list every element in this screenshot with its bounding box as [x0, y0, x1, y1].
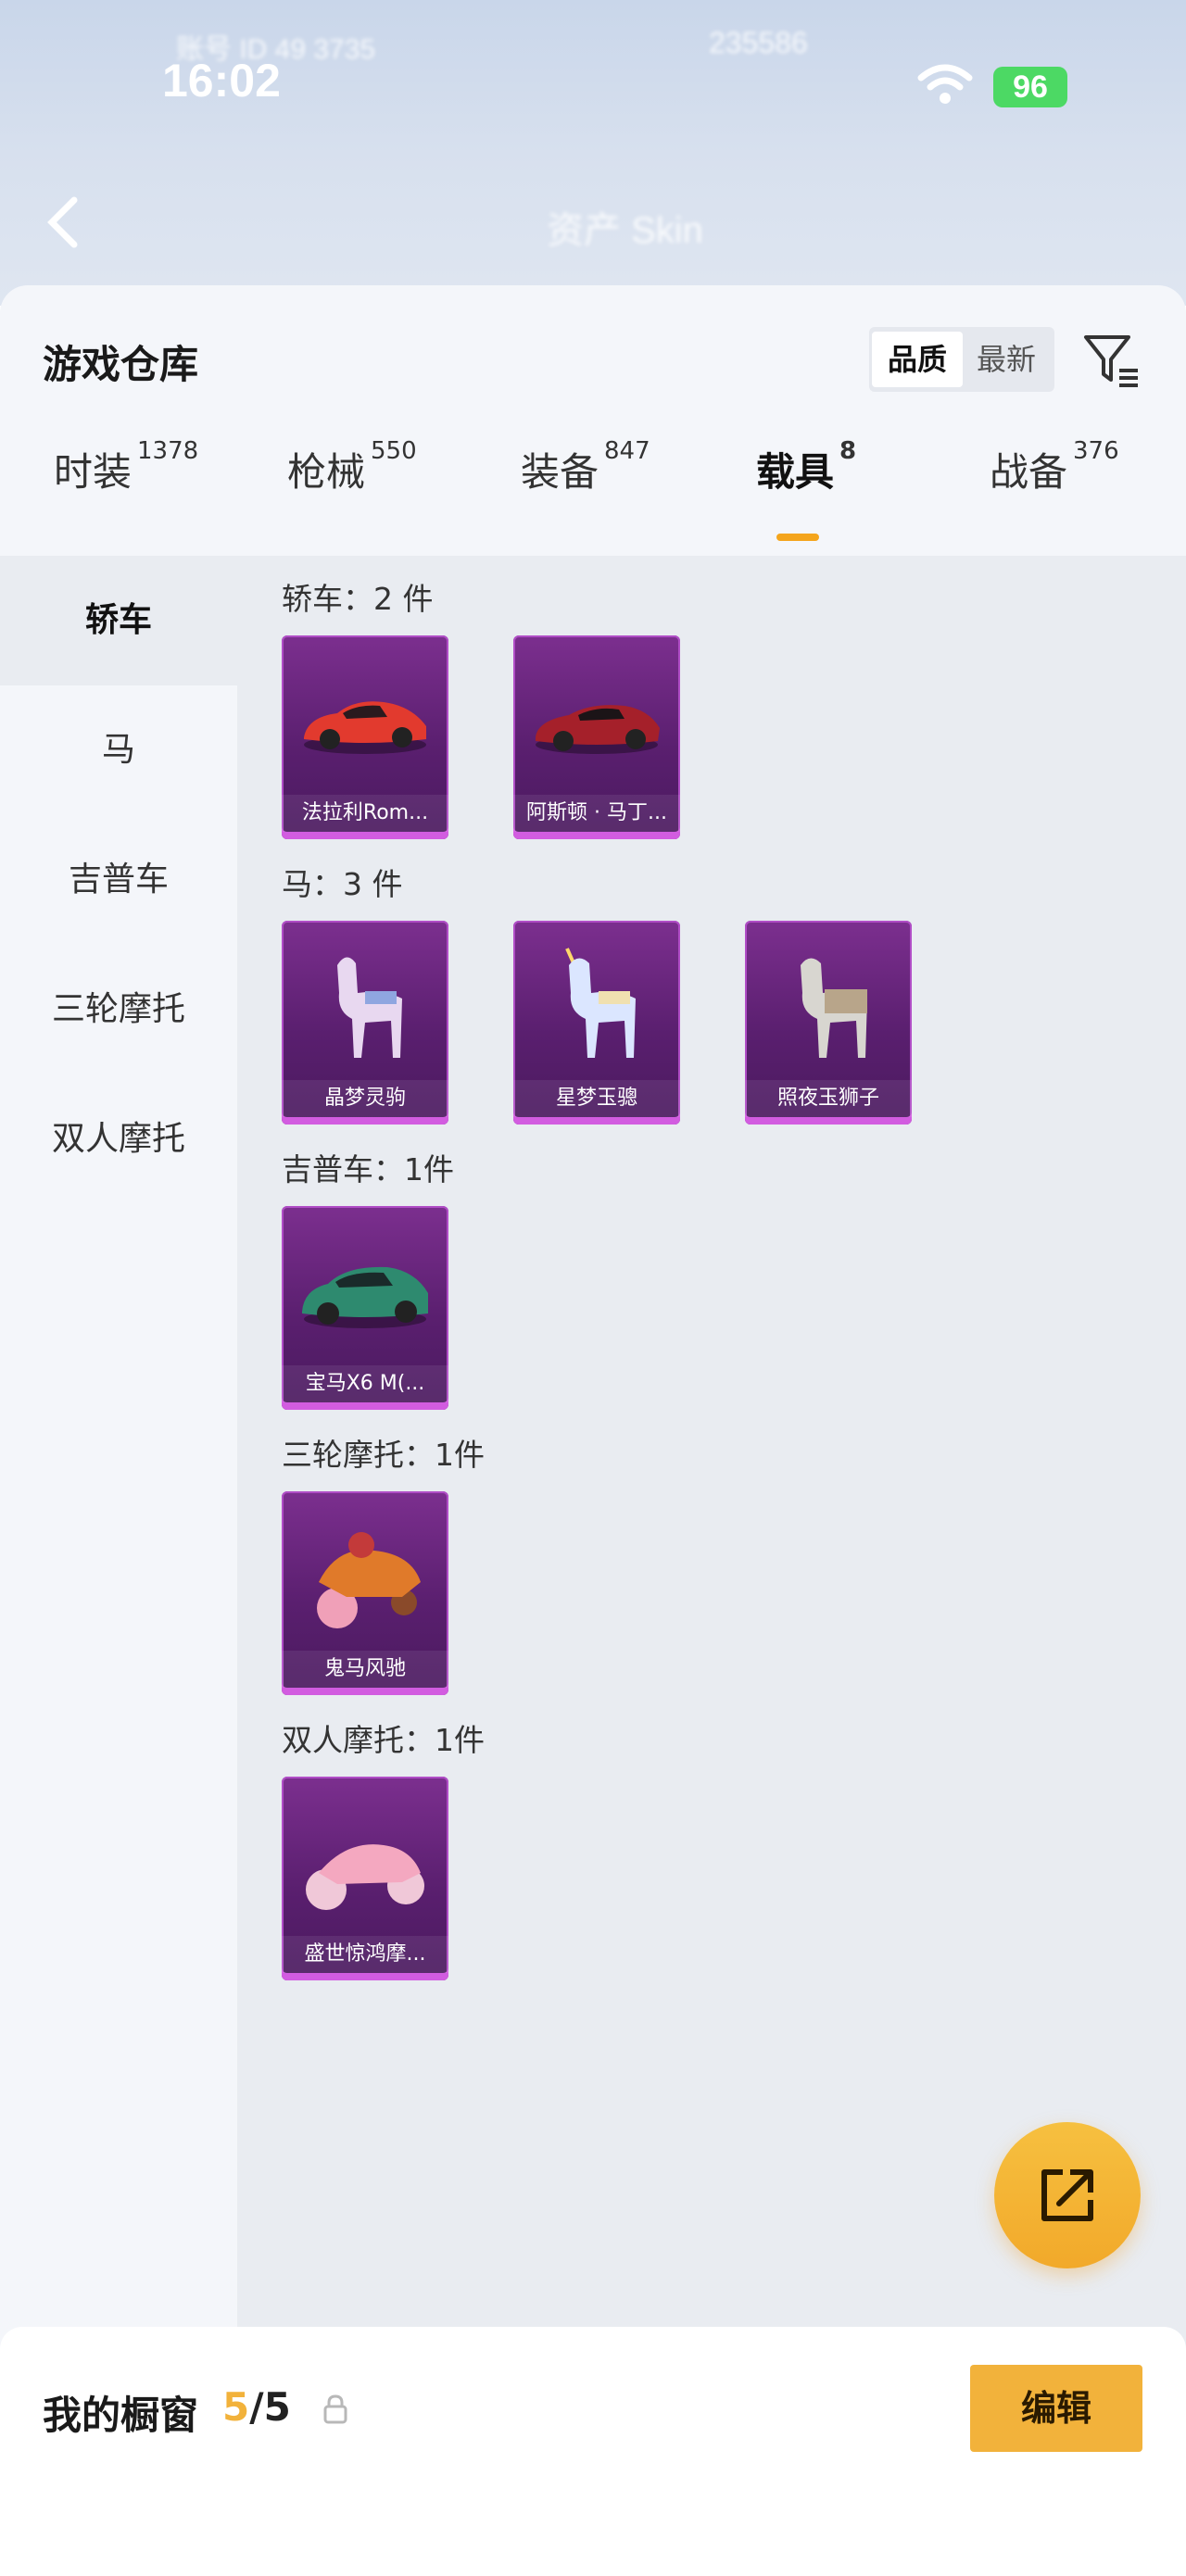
tab-label: 战备	[990, 449, 1068, 495]
tab-label: 时装	[54, 449, 132, 495]
item-name: 盛世惊鸿摩...	[282, 1936, 448, 1973]
game-warehouse-sheet: 游戏仓库 品质 最新 时装 1378 枪械 550 装备 847 载具 8 战备 376 …	[0, 285, 1186, 2576]
item-grid: 轿车：2 件 法拉利Rom... 阿斯顿 · 马丁... 马：3 件 晶梦灵驹 …	[237, 556, 1186, 2576]
tab-count: 550	[371, 437, 417, 465]
ghost-trike-icon	[317, 1532, 421, 1628]
sidebar: 轿车 马 吉普车 三轮摩托 双人摩托	[0, 556, 237, 2576]
wifi-icon	[917, 64, 973, 104]
showcase-current: 5	[222, 2384, 250, 2430]
section-label-tandem-motorcycle: 双人摩托：1件	[282, 1722, 485, 1758]
status-time: 16:02	[162, 55, 281, 107]
battery-level: 96	[1013, 69, 1048, 105]
tab-vehicles[interactable]: 载具 8	[756, 437, 856, 497]
tab-count: 847	[604, 437, 650, 465]
armored-horse-icon	[801, 958, 867, 1058]
blurred-tab: 资产 Skin	[547, 210, 703, 251]
showcase-count: 5/5	[222, 2384, 291, 2430]
sort-newest-button[interactable]: 最新	[961, 332, 1052, 387]
lock-icon	[323, 2394, 347, 2424]
tab-count: 376	[1073, 437, 1119, 465]
back-arrow-icon[interactable]	[44, 195, 82, 250]
sheet-title: 游戏仓库	[43, 342, 199, 387]
item-card[interactable]: 鬼马风驰	[282, 1491, 448, 1695]
sidebar-item-tandem-motorcycle[interactable]: 双人摩托	[0, 1074, 237, 1204]
item-card[interactable]: 宝马X6 M(...	[282, 1206, 448, 1410]
unicorn-icon	[565, 948, 636, 1058]
share-icon	[1041, 2169, 1093, 2221]
section-label-horse: 马：3 件	[282, 866, 403, 902]
item-card[interactable]: 照夜玉狮子	[745, 921, 912, 1125]
category-tabs: 时装 1378 枪械 550 装备 847 载具 8 战备 376	[0, 437, 1186, 543]
item-name: 宝马X6 M(...	[282, 1365, 448, 1402]
item-name: 晶梦灵驹	[282, 1080, 448, 1117]
showcase-label: 我的橱窗	[43, 2393, 199, 2438]
item-card[interactable]: 法拉利Rom...	[282, 635, 448, 839]
filter-icon[interactable]	[1082, 332, 1140, 389]
edit-button[interactable]: 编辑	[970, 2365, 1142, 2452]
pink-motorcycle-icon	[306, 1844, 424, 1910]
tab-equipment[interactable]: 装备 847	[521, 437, 650, 497]
item-card[interactable]: 盛世惊鸿摩...	[282, 1777, 448, 1980]
blurred-coins: 235586	[709, 26, 808, 59]
tab-label: 枪械	[287, 449, 366, 495]
tab-combat-gear[interactable]: 战备 376	[990, 437, 1119, 497]
section-label-jeep: 吉普车：1件	[282, 1151, 454, 1187]
sidebar-item-horse[interactable]: 马	[0, 685, 237, 815]
sort-quality-button[interactable]: 品质	[872, 332, 963, 387]
tab-count: 1378	[137, 437, 199, 465]
item-card[interactable]: 星梦玉骢	[513, 921, 680, 1125]
section-label-sedan: 轿车：2 件	[282, 581, 434, 617]
tab-label: 装备	[521, 449, 599, 495]
showcase-slash: /	[249, 2384, 264, 2430]
crystal-horse-icon	[337, 957, 402, 1058]
sidebar-item-trike[interactable]: 三轮摩托	[0, 945, 237, 1074]
item-card[interactable]: 阿斯顿 · 马丁...	[513, 635, 680, 839]
battery-indicator: 96	[993, 67, 1067, 107]
showcase-bar: 我的橱窗 5/5 编辑	[0, 2327, 1186, 2576]
item-name: 法拉利Rom...	[282, 795, 448, 832]
background-header: 账号 ID 49 3735 235586 资产 Skin 16:02 96	[0, 0, 1186, 306]
green-suv-icon	[302, 1266, 428, 1328]
item-name: 阿斯顿 · 马丁...	[513, 795, 680, 832]
sort-toggle: 品质 最新	[869, 327, 1054, 392]
tab-fashion[interactable]: 时装 1378	[54, 437, 198, 497]
tab-label: 载具	[756, 449, 835, 495]
sidebar-item-sedan[interactable]: 轿车	[0, 556, 237, 685]
showcase-total: 5	[263, 2384, 291, 2430]
item-card[interactable]: 晶梦灵驹	[282, 921, 448, 1125]
item-name: 照夜玉狮子	[745, 1080, 912, 1117]
sidebar-item-jeep[interactable]: 吉普车	[0, 815, 237, 945]
tab-count: 8	[839, 437, 857, 465]
tab-guns[interactable]: 枪械 550	[287, 437, 417, 497]
dark-red-sports-car-icon	[536, 705, 660, 754]
active-tab-indicator	[776, 534, 819, 541]
item-name: 鬼马风驰	[282, 1651, 448, 1688]
share-button[interactable]	[994, 2122, 1141, 2268]
item-name: 星梦玉骢	[513, 1080, 680, 1117]
red-sports-car-icon	[304, 701, 426, 754]
section-label-trike: 三轮摩托：1件	[282, 1437, 485, 1473]
